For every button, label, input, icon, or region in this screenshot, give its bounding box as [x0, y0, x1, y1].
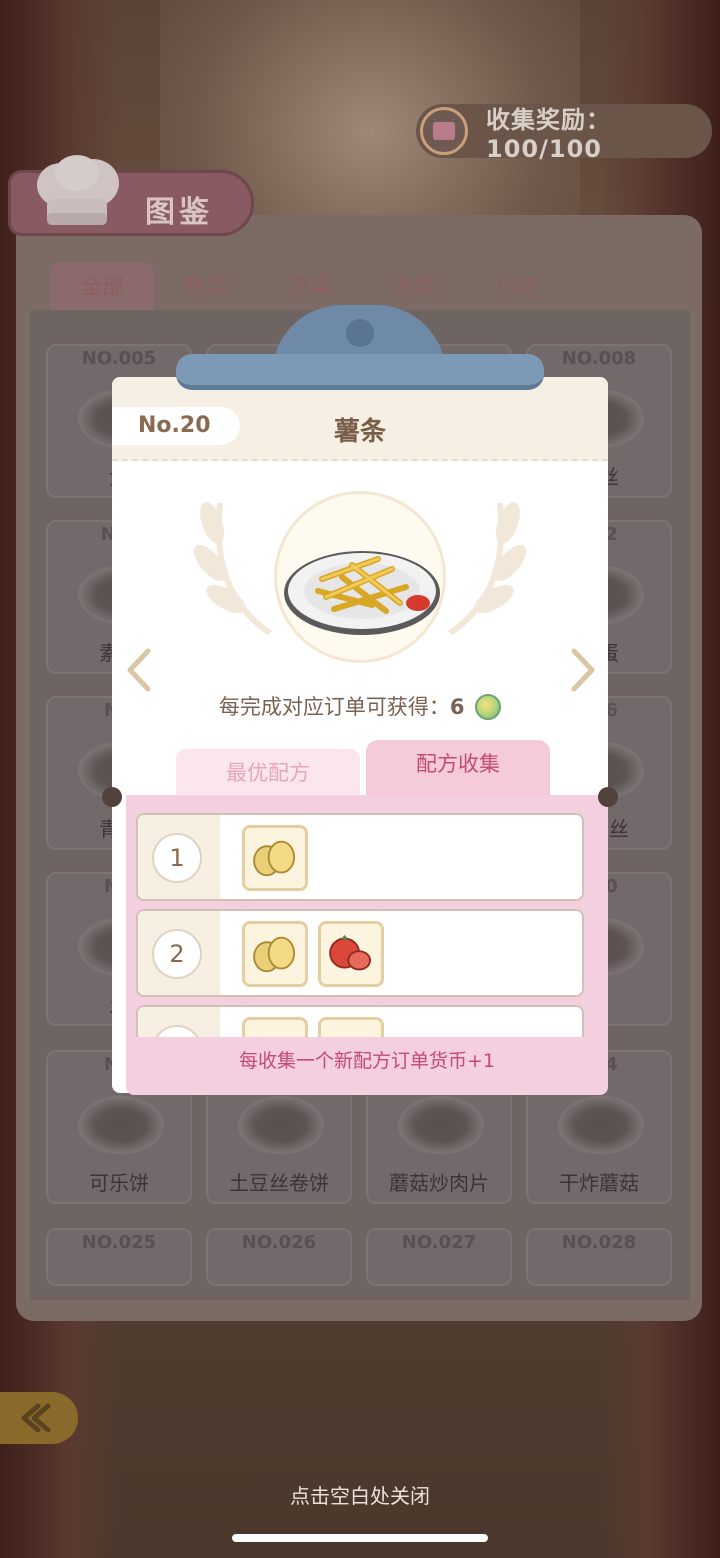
- dish-card[interactable]: NO.026: [206, 1228, 352, 1286]
- coin-icon: [475, 694, 502, 720]
- clipboard-bar: [176, 354, 544, 390]
- recipe-row[interactable]: 3: [136, 1005, 584, 1037]
- recipe-bonus-note: 每收集一个新配方订单货币+1: [126, 1037, 608, 1093]
- tab-all[interactable]: 全部: [50, 262, 154, 314]
- dish-card-number: NO.025: [81, 1232, 157, 1253]
- recipe-row[interactable]: 1: [136, 813, 584, 901]
- back-button[interactable]: [0, 1392, 78, 1444]
- earn-label: 每完成对应订单可获得：: [218, 695, 450, 719]
- dish-card-number: NO.028: [561, 1232, 637, 1253]
- recipe-list[interactable]: 1 2 3: [126, 795, 608, 1037]
- dish-card-name: 蘑菇炒肉片: [389, 1171, 489, 1195]
- tab-best-recipe[interactable]: 最优配方: [176, 749, 360, 801]
- close-hint[interactable]: 点击空白处关闭: [0, 1480, 720, 1509]
- laurel-right-icon: [448, 502, 527, 636]
- dish-card-number: NO.026: [241, 1232, 317, 1253]
- dish-card-number: NO.008: [561, 348, 637, 369]
- dish-card[interactable]: NO.025: [46, 1228, 192, 1286]
- recipe-index: 2: [152, 929, 202, 979]
- dish-plate-icon: [398, 1096, 484, 1154]
- recipe-row[interactable]: 2: [136, 909, 584, 997]
- dish-card-name: 干炸蘑菇: [559, 1171, 639, 1195]
- recipe-index: 1: [152, 833, 202, 883]
- chef-hat-icon: [37, 155, 119, 225]
- page-title-tab: 图鉴: [8, 155, 254, 236]
- ticket-notch-left: [102, 787, 122, 807]
- tab-hot[interactable]: 热菜: [154, 262, 258, 314]
- laurel-left-icon: [193, 502, 272, 636]
- prev-arrow-icon[interactable]: [124, 647, 154, 693]
- potato-icon: [242, 825, 308, 891]
- potato-icon: [242, 1017, 308, 1037]
- page-title: 图鉴: [145, 195, 213, 230]
- gift-icon: [420, 107, 468, 155]
- dish-card-number: NO.005: [81, 348, 157, 369]
- potato-icon: [318, 1017, 384, 1037]
- home-indicator[interactable]: [232, 1534, 488, 1542]
- dish-card-name: 可乐饼: [89, 1171, 149, 1195]
- dish-card-name: 土豆丝卷饼: [229, 1171, 329, 1195]
- dish-detail-popup: No.20 薯条 每完成对应订单可获得：6 最优配方 配方收集 1 2 每收集一…: [102, 377, 618, 1095]
- dish-plate-icon: [558, 1096, 644, 1154]
- earn-info: 每完成对应订单可获得：6: [112, 691, 608, 721]
- tab-snack[interactable]: 小吃: [466, 262, 570, 314]
- collection-reward-badge[interactable]: 收集奖励：100/100: [416, 104, 712, 163]
- tab-recipe-collection[interactable]: 配方收集: [366, 740, 550, 800]
- back-arrow-icon: [21, 1403, 51, 1433]
- potato-icon: [242, 921, 308, 987]
- dish-plate-icon: [238, 1096, 324, 1154]
- dish-card-number: NO.027: [401, 1232, 477, 1253]
- dish-card[interactable]: NO.028: [526, 1228, 672, 1286]
- dish-title: 薯条: [333, 417, 386, 447]
- reward-label: 收集奖励：100/100: [486, 105, 611, 163]
- dish-card[interactable]: NO.027: [366, 1228, 512, 1286]
- french-fries-icon: [284, 551, 440, 635]
- tomato-icon: [318, 921, 384, 987]
- next-arrow-icon[interactable]: [568, 647, 598, 693]
- dish-plate-icon: [78, 1096, 164, 1154]
- earn-value: 6: [449, 695, 465, 719]
